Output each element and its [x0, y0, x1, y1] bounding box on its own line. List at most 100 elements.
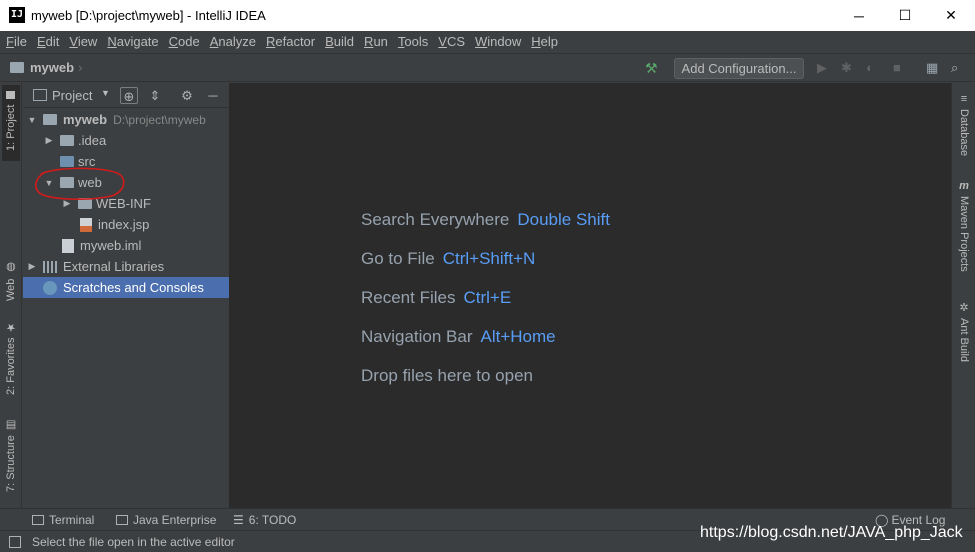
hint-shortcut: Alt+Home [480, 327, 556, 346]
terminal-icon [32, 515, 44, 525]
menu-run[interactable]: Run [364, 34, 388, 49]
hint-navigation-bar: Navigation Bar Alt+Home [361, 327, 556, 347]
menu-window[interactable]: Window [475, 34, 521, 49]
folder-icon [60, 135, 74, 146]
tree-label: External Libraries [63, 259, 165, 274]
hint-label: Drop files here to open [361, 366, 533, 385]
menu-navigate[interactable]: Navigate [107, 34, 158, 49]
debug-icon[interactable]: ✱ [841, 60, 852, 76]
chevron-right-icon[interactable]: ▶ [27, 261, 37, 272]
project-view-icon [33, 89, 47, 101]
maximize-button[interactable]: ☐ [882, 0, 928, 31]
tree-item-scratches[interactable]: Scratches and Consoles [23, 277, 229, 298]
stop-icon[interactable]: ■ [893, 60, 901, 75]
database-icon: ≡ [960, 93, 968, 105]
locate-file-icon[interactable]: ⊕ [120, 87, 138, 104]
tree-item-myweb[interactable]: ▼ myweb D:\project\myweb [23, 109, 229, 130]
chevron-down-icon[interactable]: ▼ [101, 88, 110, 98]
tab-terminal[interactable]: Terminal [32, 513, 94, 527]
editor-area[interactable]: Search Everywhere Double Shift Go to File… [229, 83, 951, 508]
tab-structure[interactable]: 7: Structure ▤ [2, 413, 20, 498]
hint-label: Search Everywhere [361, 210, 510, 229]
coverage-icon[interactable]: ◐ [866, 60, 874, 75]
ant-tab-label: Ant Build [958, 318, 970, 363]
project-panel-header: Project ▼ ⊕ ⇕ ⚙ ─ [23, 83, 229, 108]
build-hammer-icon[interactable]: ⚒ [645, 60, 658, 77]
menu-edit[interactable]: Edit [37, 34, 59, 49]
menu-tools[interactable]: Tools [398, 34, 428, 49]
tab-project[interactable]: 1: Project [2, 85, 20, 161]
intellij-app-icon: IJ [9, 7, 25, 23]
add-configuration-button[interactable]: Add Configuration... [674, 58, 804, 79]
tree-label: .idea [78, 133, 107, 148]
java-enterprise-tab-label: Java Enterprise [133, 513, 217, 527]
java-enterprise-icon [116, 515, 128, 525]
run-icon[interactable]: ▶ [817, 60, 827, 76]
todo-tab-label: 6: TODO [248, 513, 297, 527]
menu-code[interactable]: Code [169, 34, 200, 49]
watermark: https://blog.csdn.net/JAVA_php_Jack [700, 524, 963, 541]
minimize-button[interactable]: ─ [836, 0, 882, 31]
maven-icon: m [959, 180, 969, 192]
menu-analyze[interactable]: Analyze [210, 34, 256, 49]
menu-build[interactable]: Build [325, 34, 354, 49]
web-tab-label: Web [5, 278, 17, 301]
tab-ant-build[interactable]: ✲ Ant Build [955, 301, 973, 362]
collapse-all-icon[interactable]: ⇕ [146, 87, 164, 104]
hint-search-everywhere: Search Everywhere Double Shift [361, 210, 610, 230]
module-folder-icon [43, 114, 57, 125]
tree-item-index-jsp[interactable]: index.jsp [23, 214, 229, 235]
close-button[interactable]: ✕ [928, 0, 974, 31]
project-tab-label: 1: Project [5, 104, 17, 152]
star-icon: ★ [5, 320, 18, 334]
menu-file[interactable]: File [6, 34, 27, 49]
tool-windows-toggle-icon[interactable] [9, 536, 21, 548]
tab-favorites[interactable]: 2: Favorites ★ [2, 317, 20, 399]
tab-todo[interactable]: ☰ 6: TODO [233, 513, 296, 527]
project-panel: Project ▼ ⊕ ⇕ ⚙ ─ ▼ myweb D:\project\myw… [23, 83, 229, 508]
tree-label: myweb.iml [80, 238, 142, 253]
right-tool-stripe: ≡ Database m Maven Projects ✲ Ant Build [951, 83, 975, 508]
hint-go-to-file: Go to File Ctrl+Shift+N [361, 249, 535, 269]
tree-label: index.jsp [98, 217, 150, 232]
scratches-icon [43, 280, 57, 295]
hint-label: Recent Files [361, 288, 456, 307]
favorites-tab-label: 2: Favorites [5, 337, 17, 396]
tab-java-enterprise[interactable]: Java Enterprise [116, 513, 216, 527]
terminal-tab-label: Terminal [49, 513, 95, 527]
menu-vcs[interactable]: VCS [438, 34, 465, 49]
hint-drop-files: Drop files here to open [361, 366, 533, 386]
hint-recent-files: Recent Files Ctrl+E [361, 288, 511, 308]
breadcrumb[interactable]: myweb › [10, 60, 82, 75]
project-structure-icon[interactable]: ▦ [926, 60, 938, 76]
chevron-down-icon[interactable]: ▼ [27, 115, 37, 125]
library-icon [43, 260, 57, 273]
navigation-bar: myweb › ⚒ Add Configuration... ▶ ✱ ◐ ■ ▦… [0, 53, 975, 82]
menu-view[interactable]: View [69, 34, 97, 49]
tree-item-myweb-iml[interactable]: myweb.iml [23, 235, 229, 256]
tab-web[interactable]: Web ◍ [2, 255, 20, 307]
tree-path: D:\project\myweb [113, 112, 206, 127]
structure-icon: ▤ [5, 418, 18, 432]
jsp-file-icon [80, 217, 92, 232]
project-view-title[interactable]: Project [52, 88, 92, 103]
ant-icon: ✲ [959, 302, 969, 314]
gear-icon[interactable]: ⚙ [178, 87, 196, 104]
status-message: Select the file open in the active edito… [32, 535, 235, 549]
hide-panel-icon[interactable]: ─ [204, 87, 222, 104]
search-icon[interactable]: ⌕ [951, 60, 958, 76]
maven-tab-label: Maven Projects [958, 196, 970, 272]
tree-item-idea[interactable]: ▶ .idea [23, 130, 229, 151]
tab-database[interactable]: ≡ Database [955, 93, 973, 156]
tree-item-external-libraries[interactable]: ▶ External Libraries [23, 256, 229, 277]
breadcrumb-project[interactable]: myweb [30, 60, 74, 75]
annotation-circle [35, 167, 125, 200]
iml-file-icon [62, 238, 74, 253]
hint-shortcut: Ctrl+E [463, 288, 512, 307]
menu-refactor[interactable]: Refactor [266, 34, 315, 49]
chevron-right-icon[interactable]: ▶ [44, 135, 54, 146]
menu-help[interactable]: Help [531, 34, 558, 49]
database-tab-label: Database [958, 109, 970, 157]
structure-tab-label: 7: Structure [5, 435, 17, 493]
tab-maven-projects[interactable]: m Maven Projects [955, 180, 973, 272]
